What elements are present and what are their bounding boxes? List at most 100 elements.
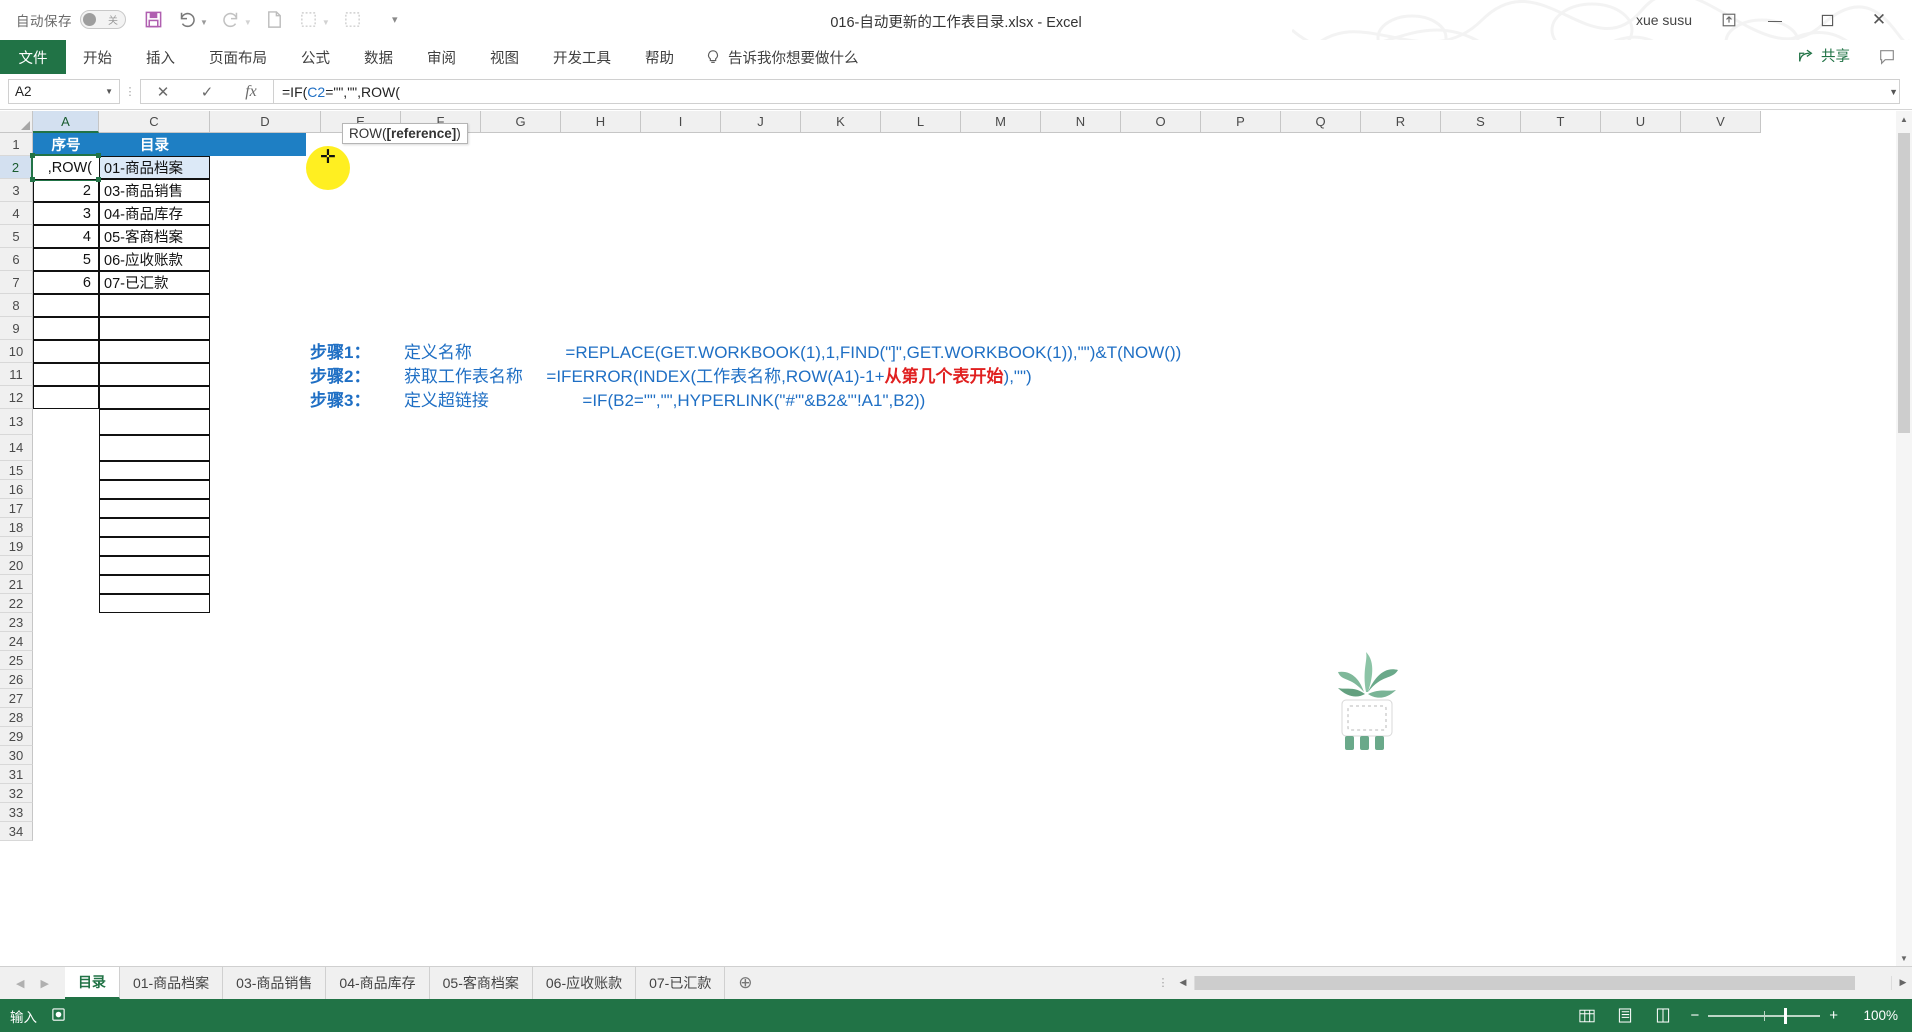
worksheet-grid[interactable]: A C D E F G H I J K L M N O P Q R S T U … <box>0 111 1912 966</box>
vertical-scroll-thumb[interactable] <box>1898 133 1910 433</box>
row-header-21[interactable]: 21 <box>0 575 33 594</box>
sheet-nav-prev-icon[interactable]: ◀ <box>16 977 24 990</box>
tab-developer[interactable]: 开发工具 <box>536 40 628 74</box>
cell-A11[interactable] <box>33 363 99 386</box>
redo-dropdown-icon[interactable]: ▼ <box>244 18 252 27</box>
selection-handle-tl[interactable] <box>30 153 35 158</box>
column-header-C[interactable]: C <box>99 111 210 133</box>
cell-C12[interactable] <box>99 386 210 409</box>
cell-C21[interactable] <box>99 575 210 594</box>
zoom-percentage[interactable]: 100% <box>1854 1008 1898 1023</box>
cell-C6[interactable]: 06-应收账款 <box>99 248 210 271</box>
cell-A10[interactable] <box>33 340 99 363</box>
row-header-7[interactable]: 7 <box>0 271 33 294</box>
column-header-P[interactable]: P <box>1201 111 1281 133</box>
cell-C7[interactable]: 07-已汇款 <box>99 271 210 294</box>
cell-C8[interactable] <box>99 294 210 317</box>
column-header-M[interactable]: M <box>961 111 1041 133</box>
column-header-O[interactable]: O <box>1121 111 1201 133</box>
sheet-tab-03[interactable]: 03-商品销售 <box>223 967 327 999</box>
column-header-J[interactable]: J <box>721 111 801 133</box>
tab-page-layout[interactable]: 页面布局 <box>192 40 284 74</box>
scroll-up-icon[interactable]: ▲ <box>1896 111 1912 127</box>
row-header-13[interactable]: 13 <box>0 409 33 435</box>
row-header-31[interactable]: 31 <box>0 765 33 784</box>
row-header-12[interactable]: 12 <box>0 386 33 409</box>
row-header-19[interactable]: 19 <box>0 537 33 556</box>
cell-C4[interactable]: 04-商品库存 <box>99 202 210 225</box>
column-header-G[interactable]: G <box>481 111 561 133</box>
row-header-32[interactable]: 32 <box>0 784 33 803</box>
hscroll-right-icon[interactable]: ▶ <box>1894 977 1912 988</box>
row-header-2[interactable]: 2 <box>0 156 33 179</box>
customize-qat-icon[interactable]: ▾ <box>378 4 412 36</box>
column-header-T[interactable]: T <box>1521 111 1601 133</box>
cell-C11[interactable] <box>99 363 210 386</box>
row-header-14[interactable]: 14 <box>0 435 33 461</box>
formula-input[interactable]: =IF(C2 ="","",ROW( ▼ <box>273 79 1900 104</box>
sort-asc-icon[interactable] <box>292 4 326 36</box>
page-layout-view-icon[interactable] <box>1614 1006 1636 1026</box>
row-header-30[interactable]: 30 <box>0 746 33 765</box>
row-header-24[interactable]: 24 <box>0 632 33 651</box>
column-header-R[interactable]: R <box>1361 111 1441 133</box>
account-name[interactable]: xue susu <box>1636 12 1692 28</box>
row-header-3[interactable]: 3 <box>0 179 33 202</box>
comments-icon[interactable] <box>1878 48 1896 69</box>
column-header-Q[interactable]: Q <box>1281 111 1361 133</box>
cell-C5[interactable]: 05-客商档案 <box>99 225 210 248</box>
row-header-33[interactable]: 33 <box>0 803 33 822</box>
tab-file[interactable]: 文件 <box>0 40 66 74</box>
cell-A5[interactable]: 4 <box>33 225 99 248</box>
minimize-button[interactable]: — <box>1752 3 1798 37</box>
column-header-L[interactable]: L <box>881 111 961 133</box>
split-handle[interactable]: ⋮ <box>1152 977 1174 988</box>
name-box[interactable]: A2 ▼ <box>8 79 120 104</box>
cell-D1[interactable] <box>210 133 306 156</box>
sheet-tab-05[interactable]: 05-客商档案 <box>430 967 533 999</box>
select-all-corner[interactable] <box>0 111 33 133</box>
cell-C22[interactable] <box>99 594 210 613</box>
sheet-tab-06[interactable]: 06-应收账款 <box>533 967 637 999</box>
row-header-6[interactable]: 6 <box>0 248 33 271</box>
row-header-1[interactable]: 1 <box>0 133 33 156</box>
column-header-K[interactable]: K <box>801 111 881 133</box>
zoom-in-button[interactable]: + <box>1829 1007 1838 1024</box>
column-header-A[interactable]: A <box>33 111 99 133</box>
zoom-track[interactable] <box>1708 1007 1821 1024</box>
row-header-29[interactable]: 29 <box>0 727 33 746</box>
cell-C10[interactable] <box>99 340 210 363</box>
zoom-out-button[interactable]: − <box>1690 1007 1699 1024</box>
row-header-25[interactable]: 25 <box>0 651 33 670</box>
row-header-17[interactable]: 17 <box>0 499 33 518</box>
expand-formula-bar-icon[interactable]: ▼ <box>1889 87 1898 97</box>
row-header-18[interactable]: 18 <box>0 518 33 537</box>
cell-C1[interactable]: 目录 <box>99 133 210 156</box>
column-header-I[interactable]: I <box>641 111 721 133</box>
cell-A7[interactable]: 6 <box>33 271 99 294</box>
row-header-34[interactable]: 34 <box>0 822 33 841</box>
row-header-20[interactable]: 20 <box>0 556 33 575</box>
row-header-16[interactable]: 16 <box>0 480 33 499</box>
cell-A4[interactable]: 3 <box>33 202 99 225</box>
row-header-26[interactable]: 26 <box>0 670 33 689</box>
cell-A3[interactable]: 2 <box>33 179 99 202</box>
sort-asc-dropdown-icon[interactable]: ▼ <box>322 18 330 27</box>
row-header-8[interactable]: 8 <box>0 294 33 317</box>
macro-record-icon[interactable] <box>51 1007 66 1025</box>
normal-view-icon[interactable] <box>1576 1006 1598 1026</box>
horizontal-scroll-thumb[interactable] <box>1195 975 1855 990</box>
cell-A12[interactable] <box>33 386 99 409</box>
sheet-tab-04[interactable]: 04-商品库存 <box>326 967 430 999</box>
tab-home[interactable]: 开始 <box>66 40 129 74</box>
undo-icon[interactable] <box>170 4 204 36</box>
tab-formulas[interactable]: 公式 <box>284 40 347 74</box>
cell-C20[interactable] <box>99 556 210 575</box>
autosave-toggle[interactable]: 关 <box>80 10 126 29</box>
cell-A2[interactable]: ,ROW( <box>31 154 101 181</box>
sheet-nav-next-icon[interactable]: ▶ <box>40 977 48 990</box>
sheet-tab-01[interactable]: 01-商品档案 <box>120 967 224 999</box>
selection-handle-tr[interactable] <box>96 153 101 158</box>
hscroll-left-icon[interactable]: ◀ <box>1174 977 1192 988</box>
sheet-tab-mulu[interactable]: 目录 <box>64 967 120 999</box>
